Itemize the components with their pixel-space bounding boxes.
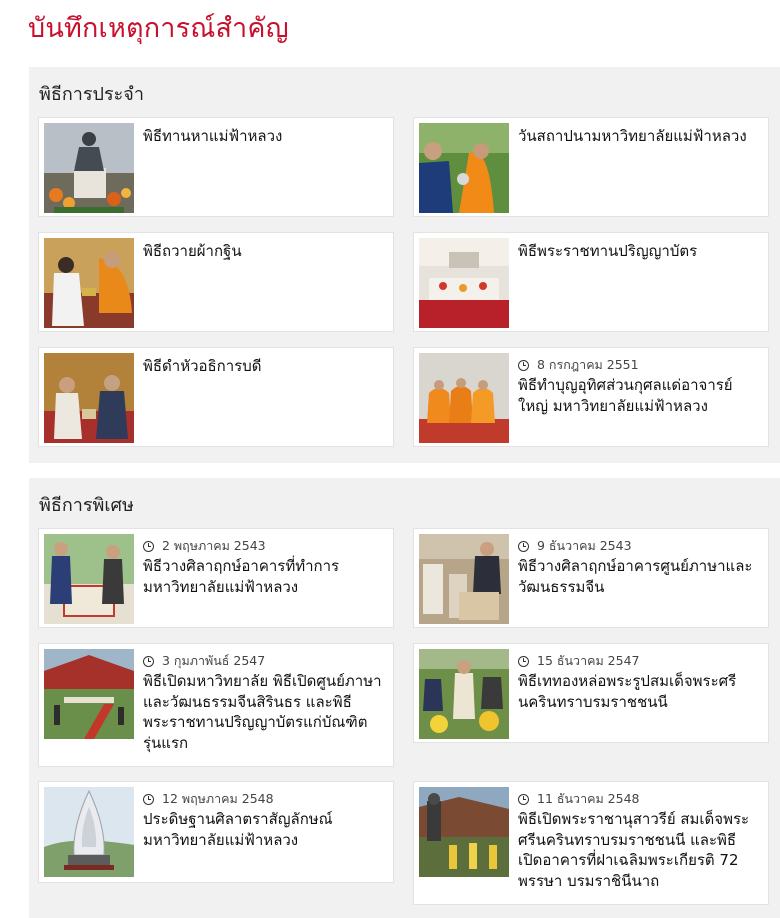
event-date-text: 8 กรกฎาคม 2551 <box>537 357 639 372</box>
section-title: พิธีการประจำ <box>39 84 144 105</box>
event-date: 11 ธันวาคม 2548 <box>518 791 760 807</box>
event-card[interactable]: พิธีดำหัวอธิการบดี <box>38 347 394 447</box>
event-thumbnail <box>419 649 509 739</box>
section-special-ceremonies: พิธีการพิเศษ 2 พฤษภาคม 2543 พิธีวางศิลาฤ… <box>29 478 780 918</box>
event-card[interactable]: 15 ธันวาคม 2547 พิธีเททองหล่อพระรูปสมเด็… <box>413 643 769 743</box>
event-date: 3 กุมภาพันธ์ 2547 <box>143 653 385 669</box>
event-date-text: 12 พฤษภาคม 2548 <box>162 791 274 806</box>
event-date: 8 กรกฎาคม 2551 <box>518 357 760 373</box>
event-title: พิธีวางศิลาฤกษ์อาคารศูนย์ภาษาและวัฒนธรรม… <box>518 557 753 596</box>
event-card[interactable]: พิธีถวายผ้ากฐิน <box>38 232 394 332</box>
event-thumbnail <box>44 123 134 213</box>
event-title: พิธีเปิดมหาวิทยาลัย พิธีเปิดศูนย์ภาษาและ… <box>143 672 382 752</box>
event-card[interactable]: 8 กรกฎาคม 2551 พิธีทำบุญอุทิศส่วนกุศลแด่… <box>413 347 769 447</box>
event-title: พิธีถวายผ้ากฐิน <box>143 242 242 260</box>
event-date-text: 11 ธันวาคม 2548 <box>537 791 640 806</box>
clock-icon <box>143 793 154 805</box>
event-card[interactable]: วันสถาปนามหาวิทยาลัยแม่ฟ้าหลวง <box>413 117 769 217</box>
clock-icon <box>518 655 529 667</box>
event-date-text: 2 พฤษภาคม 2543 <box>162 538 266 553</box>
event-date: 9 ธันวาคม 2543 <box>518 538 760 554</box>
event-title: พิธีเททองหล่อพระรูปสมเด็จพระศรีนครินทราบ… <box>518 672 737 711</box>
event-thumbnail <box>419 534 509 624</box>
event-thumbnail <box>44 238 134 328</box>
event-thumbnail <box>419 787 509 877</box>
clock-icon <box>518 359 529 371</box>
event-thumbnail <box>44 787 134 877</box>
event-title: พิธีทานหาแม่ฟ้าหลวง <box>143 127 283 145</box>
event-card[interactable]: พิธีทานหาแม่ฟ้าหลวง <box>38 117 394 217</box>
event-thumbnail <box>419 238 509 328</box>
event-card[interactable]: พิธีพระราชทานปริญญาบัตร <box>413 232 769 332</box>
section-title: พิธีการพิเศษ <box>39 495 134 516</box>
clock-icon <box>518 540 529 552</box>
event-title: พิธีดำหัวอธิการบดี <box>143 357 262 375</box>
event-thumbnail <box>419 353 509 443</box>
event-thumbnail <box>419 123 509 213</box>
event-card[interactable]: 12 พฤษภาคม 2548 ประดิษฐานศิลาตราสัญลักษณ… <box>38 781 394 883</box>
event-title: พิธีเปิดพระราชานุสาวรีย์ สมเด็จพระศรีนคร… <box>518 810 750 890</box>
clock-icon <box>143 540 154 552</box>
event-card[interactable]: 2 พฤษภาคม 2543 พิธีวางศิลาฤกษ์อาคารที่ทำ… <box>38 528 394 628</box>
event-title: พิธีทำบุญอุทิศส่วนกุศลแด่อาจารย์ใหญ่ มหา… <box>518 376 733 415</box>
event-date-text: 15 ธันวาคม 2547 <box>537 653 640 668</box>
section-regular-ceremonies: พิธีการประจำ พิธีทานหาแม่ฟ้าหลวง วันสถาป… <box>29 67 780 463</box>
event-date: 2 พฤษภาคม 2543 <box>143 538 385 554</box>
page-title: บันทึกเหตุการณ์สำคัญ <box>28 13 289 44</box>
event-title: พิธีพระราชทานปริญญาบัตร <box>518 242 698 260</box>
event-date: 12 พฤษภาคม 2548 <box>143 791 385 807</box>
event-date-text: 9 ธันวาคม 2543 <box>537 538 632 553</box>
clock-icon <box>143 655 154 667</box>
event-thumbnail <box>44 649 134 739</box>
event-title: พิธีวางศิลาฤกษ์อาคารที่ทำการมหาวิทยาลัยแ… <box>143 557 340 596</box>
clock-icon <box>518 793 529 805</box>
event-card[interactable]: 3 กุมภาพันธ์ 2547 พิธีเปิดมหาวิทยาลัย พิ… <box>38 643 394 767</box>
event-date: 15 ธันวาคม 2547 <box>518 653 760 669</box>
event-card[interactable]: 9 ธันวาคม 2543 พิธีวางศิลาฤกษ์อาคารศูนย์… <box>413 528 769 628</box>
event-title: ประดิษฐานศิลาตราสัญลักษณ์มหาวิทยาลัยแม่ฟ… <box>143 810 333 849</box>
event-card[interactable]: 11 ธันวาคม 2548 พิธีเปิดพระราชานุสาวรีย์… <box>413 781 769 905</box>
event-thumbnail <box>44 353 134 443</box>
event-thumbnail <box>44 534 134 624</box>
event-date-text: 3 กุมภาพันธ์ 2547 <box>162 653 266 668</box>
event-title: วันสถาปนามหาวิทยาลัยแม่ฟ้าหลวง <box>518 127 747 145</box>
